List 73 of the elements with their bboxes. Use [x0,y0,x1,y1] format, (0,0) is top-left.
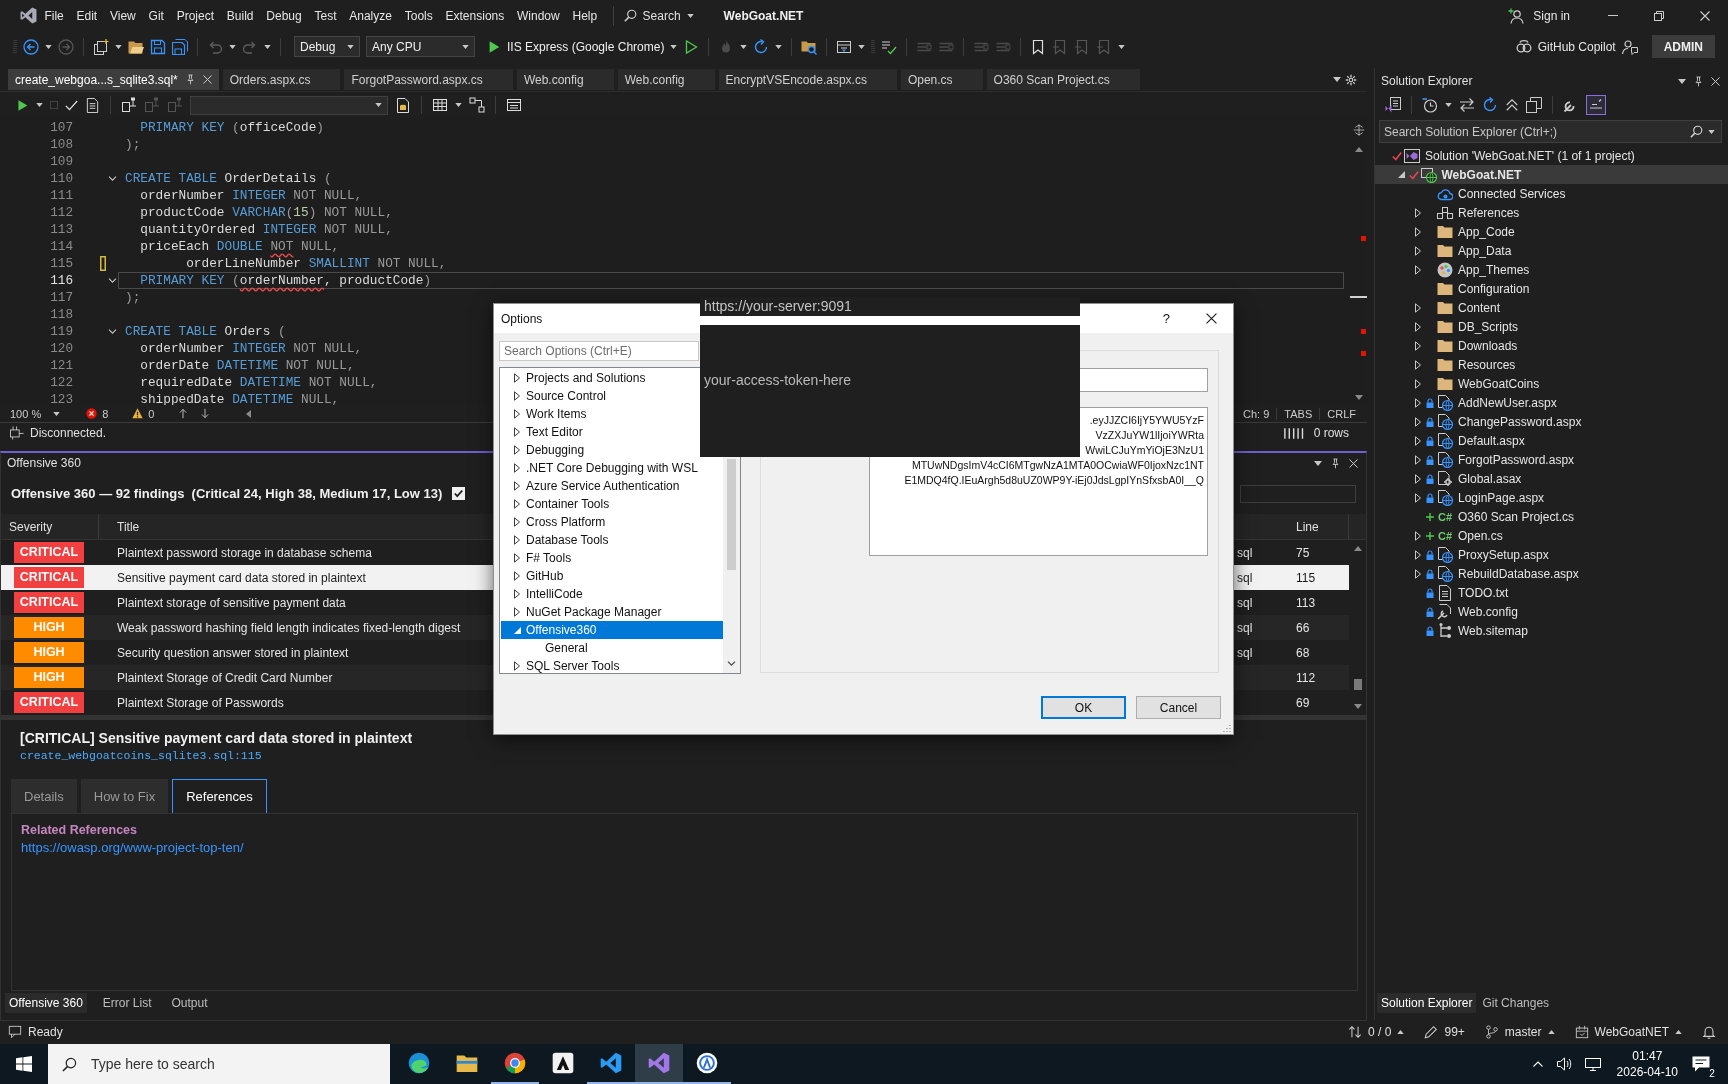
severity-badge: HIGH [14,667,84,688]
line-number: 117 [49,290,73,305]
connection-status: Disconnected. [30,426,107,440]
code-line: requiredDate DATETIME NOT NULL, [139,375,378,390]
code-line: quantityOrdered INTEGER NOT NULL, [139,222,393,237]
severity-badge: CRITICAL [14,567,84,588]
code-line: productCode VARCHAR(15) NOT NULL, [139,205,393,220]
table-cell: Security question answer stored in plaintext [117,645,349,660]
line-number: 119 [49,324,73,339]
finding-title: [CRITICAL] Sensitive payment card data stored in plaintext [20,730,413,748]
table-cell: 68 [1296,645,1310,660]
line-number: 120 [49,341,73,356]
code-line: ); [125,290,141,305]
line-number: 122 [49,375,73,390]
code-line: orderNumber INTEGER NOT NULL, [139,341,363,356]
line-number: 118 [49,307,73,322]
line-number: 123 [49,392,73,405]
code-line: PRIMARY KEY (officeCode) [139,120,324,135]
severity-badge: CRITICAL [14,592,84,613]
panel-title: Offensive 360 [7,456,81,470]
line-number: 110 [49,171,73,186]
file-type-label: C# [1437,529,1453,542]
redaction-overlay: https://your-server:9091 [700,297,1080,316]
file-type-label: C# [1437,510,1453,523]
table-cell: Plaintext storage of sensitive payment data [117,595,346,610]
table-cell: sql [1237,620,1253,635]
line-number: 113 [49,222,73,237]
line-number: 114 [49,239,73,254]
code-line: CREATE TABLE Orders ( [125,324,286,339]
table-cell: Sensitive payment card data stored in plaintext [117,570,366,585]
table-cell: 113 [1296,595,1316,610]
severity-badge: CRITICAL [14,692,84,713]
panel-title: Solution Explorer [1381,74,1473,88]
line-number: 107 [49,120,73,135]
table-cell: sql [1237,645,1253,660]
severity-badge: CRITICAL [14,542,84,563]
line-number: 116 [49,273,73,288]
code-line: shippedDate DATETIME NULL, [139,392,340,405]
table-cell: Plaintext Storage of Passwords [117,695,284,710]
line-number: 121 [49,358,73,373]
table-cell: 115 [1296,570,1316,585]
code-line: ); [125,137,141,152]
file-location: create_webgoatcoins_sqlite3.sql:115 [20,749,262,764]
code-line: orderLineNumber SMALLINT NOT NULL, [185,256,447,271]
table-cell: sql [1237,570,1253,585]
findings-summary: Offensive 360 — 92 findings (Critical 24, High 38, Medium 17, Low 13) [11,486,443,501]
table-cell: 66 [1296,620,1310,635]
code-line: orderNumber INTEGER NOT NULL, [139,188,363,203]
code-line: orderDate DATETIME NOT NULL, [139,358,355,373]
column-indicator: Ch: 9 [1242,407,1271,420]
line-number: 108 [49,137,73,152]
table-cell: 112 [1296,670,1316,685]
table-cell: Weak password hashing field length indicates fixed-length digest [117,620,461,635]
row-count: 0 rows [1313,426,1349,440]
line-number: 115 [49,256,73,271]
code-line: priceEach DOUBLE NOT NULL, [139,239,340,254]
table-cell: Plaintext Storage of Credit Card Number [117,670,333,685]
status-message: Ready [28,1025,63,1039]
line-number: 112 [49,205,73,220]
line-number: 111 [49,188,73,203]
severity-badge: HIGH [14,617,84,638]
line-number: 109 [49,154,73,169]
code-line: PRIMARY KEY (orderNumber, productCode) [139,273,432,288]
window-title: WebGoat.NET [723,8,804,23]
table-cell: 75 [1296,545,1310,560]
table-cell: sql [1237,545,1253,560]
section-heading: Related References [21,823,138,837]
severity-badge: HIGH [14,642,84,663]
table-cell: Plaintext password storage in database schema [117,545,372,560]
code-line: CREATE TABLE OrderDetails ( [125,171,332,186]
table-cell: 69 [1296,695,1310,710]
table-cell: sql [1237,595,1253,610]
dialog-title: Options [501,311,543,326]
